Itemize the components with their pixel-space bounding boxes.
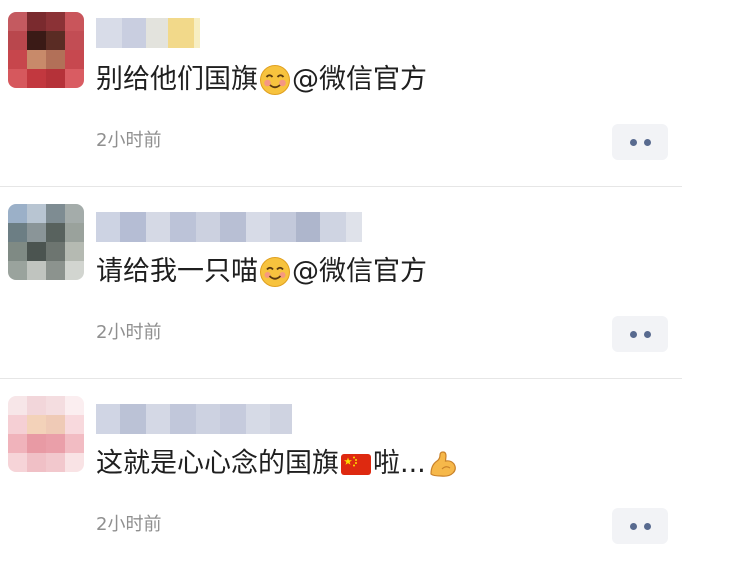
comment-text-part: 别给他们国旗 bbox=[96, 64, 258, 95]
username-blurred[interactable] bbox=[96, 404, 292, 434]
avatar[interactable] bbox=[8, 396, 84, 472]
comment-item: 别给他们国旗 @微信官方 2小时前 bbox=[0, 0, 730, 190]
comment-time: 2小时前 bbox=[96, 322, 162, 343]
more-options-button[interactable] bbox=[612, 508, 668, 544]
smile-emoji-icon bbox=[260, 257, 290, 287]
dot-icon bbox=[643, 522, 651, 530]
comment-text-part: 啦... bbox=[373, 448, 426, 479]
dot-icon bbox=[629, 330, 637, 338]
dot-icon bbox=[629, 522, 637, 530]
flexed-arm-emoji-icon bbox=[430, 451, 456, 477]
dot-icon bbox=[629, 138, 637, 146]
comment-text-part: 请给我一只喵 bbox=[96, 256, 258, 287]
comment-text-part: 这就是心心念的国旗 bbox=[96, 448, 339, 479]
china-flag-emoji-icon bbox=[341, 454, 371, 475]
more-options-button[interactable] bbox=[612, 124, 668, 160]
more-options-button[interactable] bbox=[612, 316, 668, 352]
comment-text: 请给我一只喵 @微信官方 bbox=[96, 252, 427, 292]
comment-time: 2小时前 bbox=[96, 130, 162, 151]
avatar[interactable] bbox=[8, 12, 84, 88]
dot-icon bbox=[643, 138, 651, 146]
username-blurred[interactable] bbox=[96, 212, 362, 242]
username-blurred[interactable] bbox=[96, 18, 200, 48]
comment-text: 这就是心心念的国旗 啦... bbox=[96, 444, 460, 484]
comment-item: 这就是心心念的国旗 啦... 2小时前 bbox=[0, 384, 730, 574]
comment-time: 2小时前 bbox=[96, 514, 162, 535]
divider bbox=[0, 378, 682, 379]
dot-icon bbox=[643, 330, 651, 338]
comment-mention[interactable]: @微信官方 bbox=[292, 60, 427, 100]
comment-item: 请给我一只喵 @微信官方 2小时前 bbox=[0, 192, 730, 382]
comment-text: 别给他们国旗 @微信官方 bbox=[96, 60, 427, 100]
flushed-smile-emoji-icon bbox=[260, 65, 290, 95]
divider bbox=[0, 186, 682, 187]
comment-mention[interactable]: @微信官方 bbox=[292, 252, 427, 292]
avatar[interactable] bbox=[8, 204, 84, 280]
